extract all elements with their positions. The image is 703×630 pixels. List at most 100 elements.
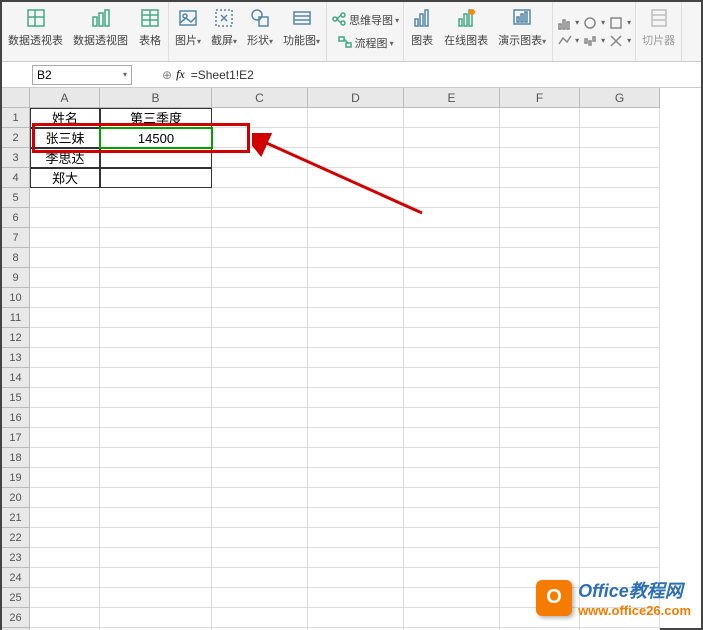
cell-F17[interactable] — [500, 428, 580, 448]
cell-D13[interactable] — [308, 348, 404, 368]
cell-C9[interactable] — [212, 268, 308, 288]
cell-G2[interactable] — [580, 128, 660, 148]
cell-C16[interactable] — [212, 408, 308, 428]
cell-F15[interactable] — [500, 388, 580, 408]
cell-G14[interactable] — [580, 368, 660, 388]
row-header-20[interactable]: 20 — [2, 488, 30, 508]
cell-F8[interactable] — [500, 248, 580, 268]
sparkline-winloss-button[interactable]: ▾ — [583, 34, 605, 48]
cell-A8[interactable] — [30, 248, 100, 268]
screenshot-button[interactable]: 截屏▾ — [209, 4, 239, 50]
cell-A21[interactable] — [30, 508, 100, 528]
cell-D15[interactable] — [308, 388, 404, 408]
cell-A7[interactable] — [30, 228, 100, 248]
cell-G20[interactable] — [580, 488, 660, 508]
cell-A22[interactable] — [30, 528, 100, 548]
cell-E25[interactable] — [404, 588, 500, 608]
cell-A3[interactable]: 李思达 — [30, 148, 100, 168]
cell-A19[interactable] — [30, 468, 100, 488]
cell-G22[interactable] — [580, 528, 660, 548]
cell-E18[interactable] — [404, 448, 500, 468]
cell-G6[interactable] — [580, 208, 660, 228]
cell-C21[interactable] — [212, 508, 308, 528]
sparkline-line-button[interactable]: ▾ — [557, 34, 579, 48]
row-header-19[interactable]: 19 — [2, 468, 30, 488]
row-header-26[interactable]: 26 — [2, 608, 30, 628]
cell-F3[interactable] — [500, 148, 580, 168]
cell-E4[interactable] — [404, 168, 500, 188]
cell-E15[interactable] — [404, 388, 500, 408]
pivot-chart-button[interactable]: 数据透视图 — [71, 4, 130, 50]
cell-G7[interactable] — [580, 228, 660, 248]
cell-C7[interactable] — [212, 228, 308, 248]
cell-F18[interactable] — [500, 448, 580, 468]
cell-A6[interactable] — [30, 208, 100, 228]
pivot-table-button[interactable]: 数据透视表 — [6, 4, 65, 50]
cell-B11[interactable] — [100, 308, 212, 328]
cell-C1[interactable] — [212, 108, 308, 128]
cell-E3[interactable] — [404, 148, 500, 168]
col-header-g[interactable]: G — [580, 88, 660, 108]
cell-F11[interactable] — [500, 308, 580, 328]
row-header-4[interactable]: 4 — [2, 168, 30, 188]
cell-F13[interactable] — [500, 348, 580, 368]
cell-F14[interactable] — [500, 368, 580, 388]
cell-C3[interactable] — [212, 148, 308, 168]
cell-G11[interactable] — [580, 308, 660, 328]
cell-E11[interactable] — [404, 308, 500, 328]
cell-D6[interactable] — [308, 208, 404, 228]
cell-D10[interactable] — [308, 288, 404, 308]
cell-B10[interactable] — [100, 288, 212, 308]
cell-D16[interactable] — [308, 408, 404, 428]
cell-B4[interactable] — [100, 168, 212, 188]
cell-D11[interactable] — [308, 308, 404, 328]
cell-D8[interactable] — [308, 248, 404, 268]
row-header-24[interactable]: 24 — [2, 568, 30, 588]
cell-A2[interactable]: 张三妹 — [30, 128, 100, 148]
cell-B8[interactable] — [100, 248, 212, 268]
cell-A14[interactable] — [30, 368, 100, 388]
cell-D21[interactable] — [308, 508, 404, 528]
cell-F9[interactable] — [500, 268, 580, 288]
cell-C19[interactable] — [212, 468, 308, 488]
cell-A13[interactable] — [30, 348, 100, 368]
cell-E7[interactable] — [404, 228, 500, 248]
cell-D22[interactable] — [308, 528, 404, 548]
cell-B21[interactable] — [100, 508, 212, 528]
cell-E1[interactable] — [404, 108, 500, 128]
cell-A9[interactable] — [30, 268, 100, 288]
fx-icon[interactable]: fx — [176, 67, 185, 82]
cell-F5[interactable] — [500, 188, 580, 208]
cell-G23[interactable] — [580, 548, 660, 568]
cell-B17[interactable] — [100, 428, 212, 448]
cell-B5[interactable] — [100, 188, 212, 208]
insert-function-icon[interactable]: ⊕ — [162, 68, 172, 82]
cell-C26[interactable] — [212, 608, 308, 628]
cell-F2[interactable] — [500, 128, 580, 148]
cell-F6[interactable] — [500, 208, 580, 228]
cell-F12[interactable] — [500, 328, 580, 348]
cell-B26[interactable] — [100, 608, 212, 628]
cell-G5[interactable] — [580, 188, 660, 208]
mindmap-button[interactable]: 思维导图▾ — [331, 12, 399, 29]
row-header-5[interactable]: 5 — [2, 188, 30, 208]
cell-C18[interactable] — [212, 448, 308, 468]
row-header-8[interactable]: 8 — [2, 248, 30, 268]
slicer-button[interactable]: 切片器 — [640, 4, 677, 50]
online-chart-button[interactable]: 在线图表 — [442, 4, 490, 50]
cell-E16[interactable] — [404, 408, 500, 428]
cell-D14[interactable] — [308, 368, 404, 388]
cell-A12[interactable] — [30, 328, 100, 348]
cell-A10[interactable] — [30, 288, 100, 308]
cell-C8[interactable] — [212, 248, 308, 268]
sparkline-extra2-button[interactable]: ▾ — [609, 16, 631, 30]
row-header-25[interactable]: 25 — [2, 588, 30, 608]
row-header-18[interactable]: 18 — [2, 448, 30, 468]
col-header-e[interactable]: E — [404, 88, 500, 108]
cell-B14[interactable] — [100, 368, 212, 388]
cell-A18[interactable] — [30, 448, 100, 468]
cell-E10[interactable] — [404, 288, 500, 308]
cell-B1[interactable]: 第三季度 — [100, 108, 212, 128]
cell-F20[interactable] — [500, 488, 580, 508]
cell-B9[interactable] — [100, 268, 212, 288]
